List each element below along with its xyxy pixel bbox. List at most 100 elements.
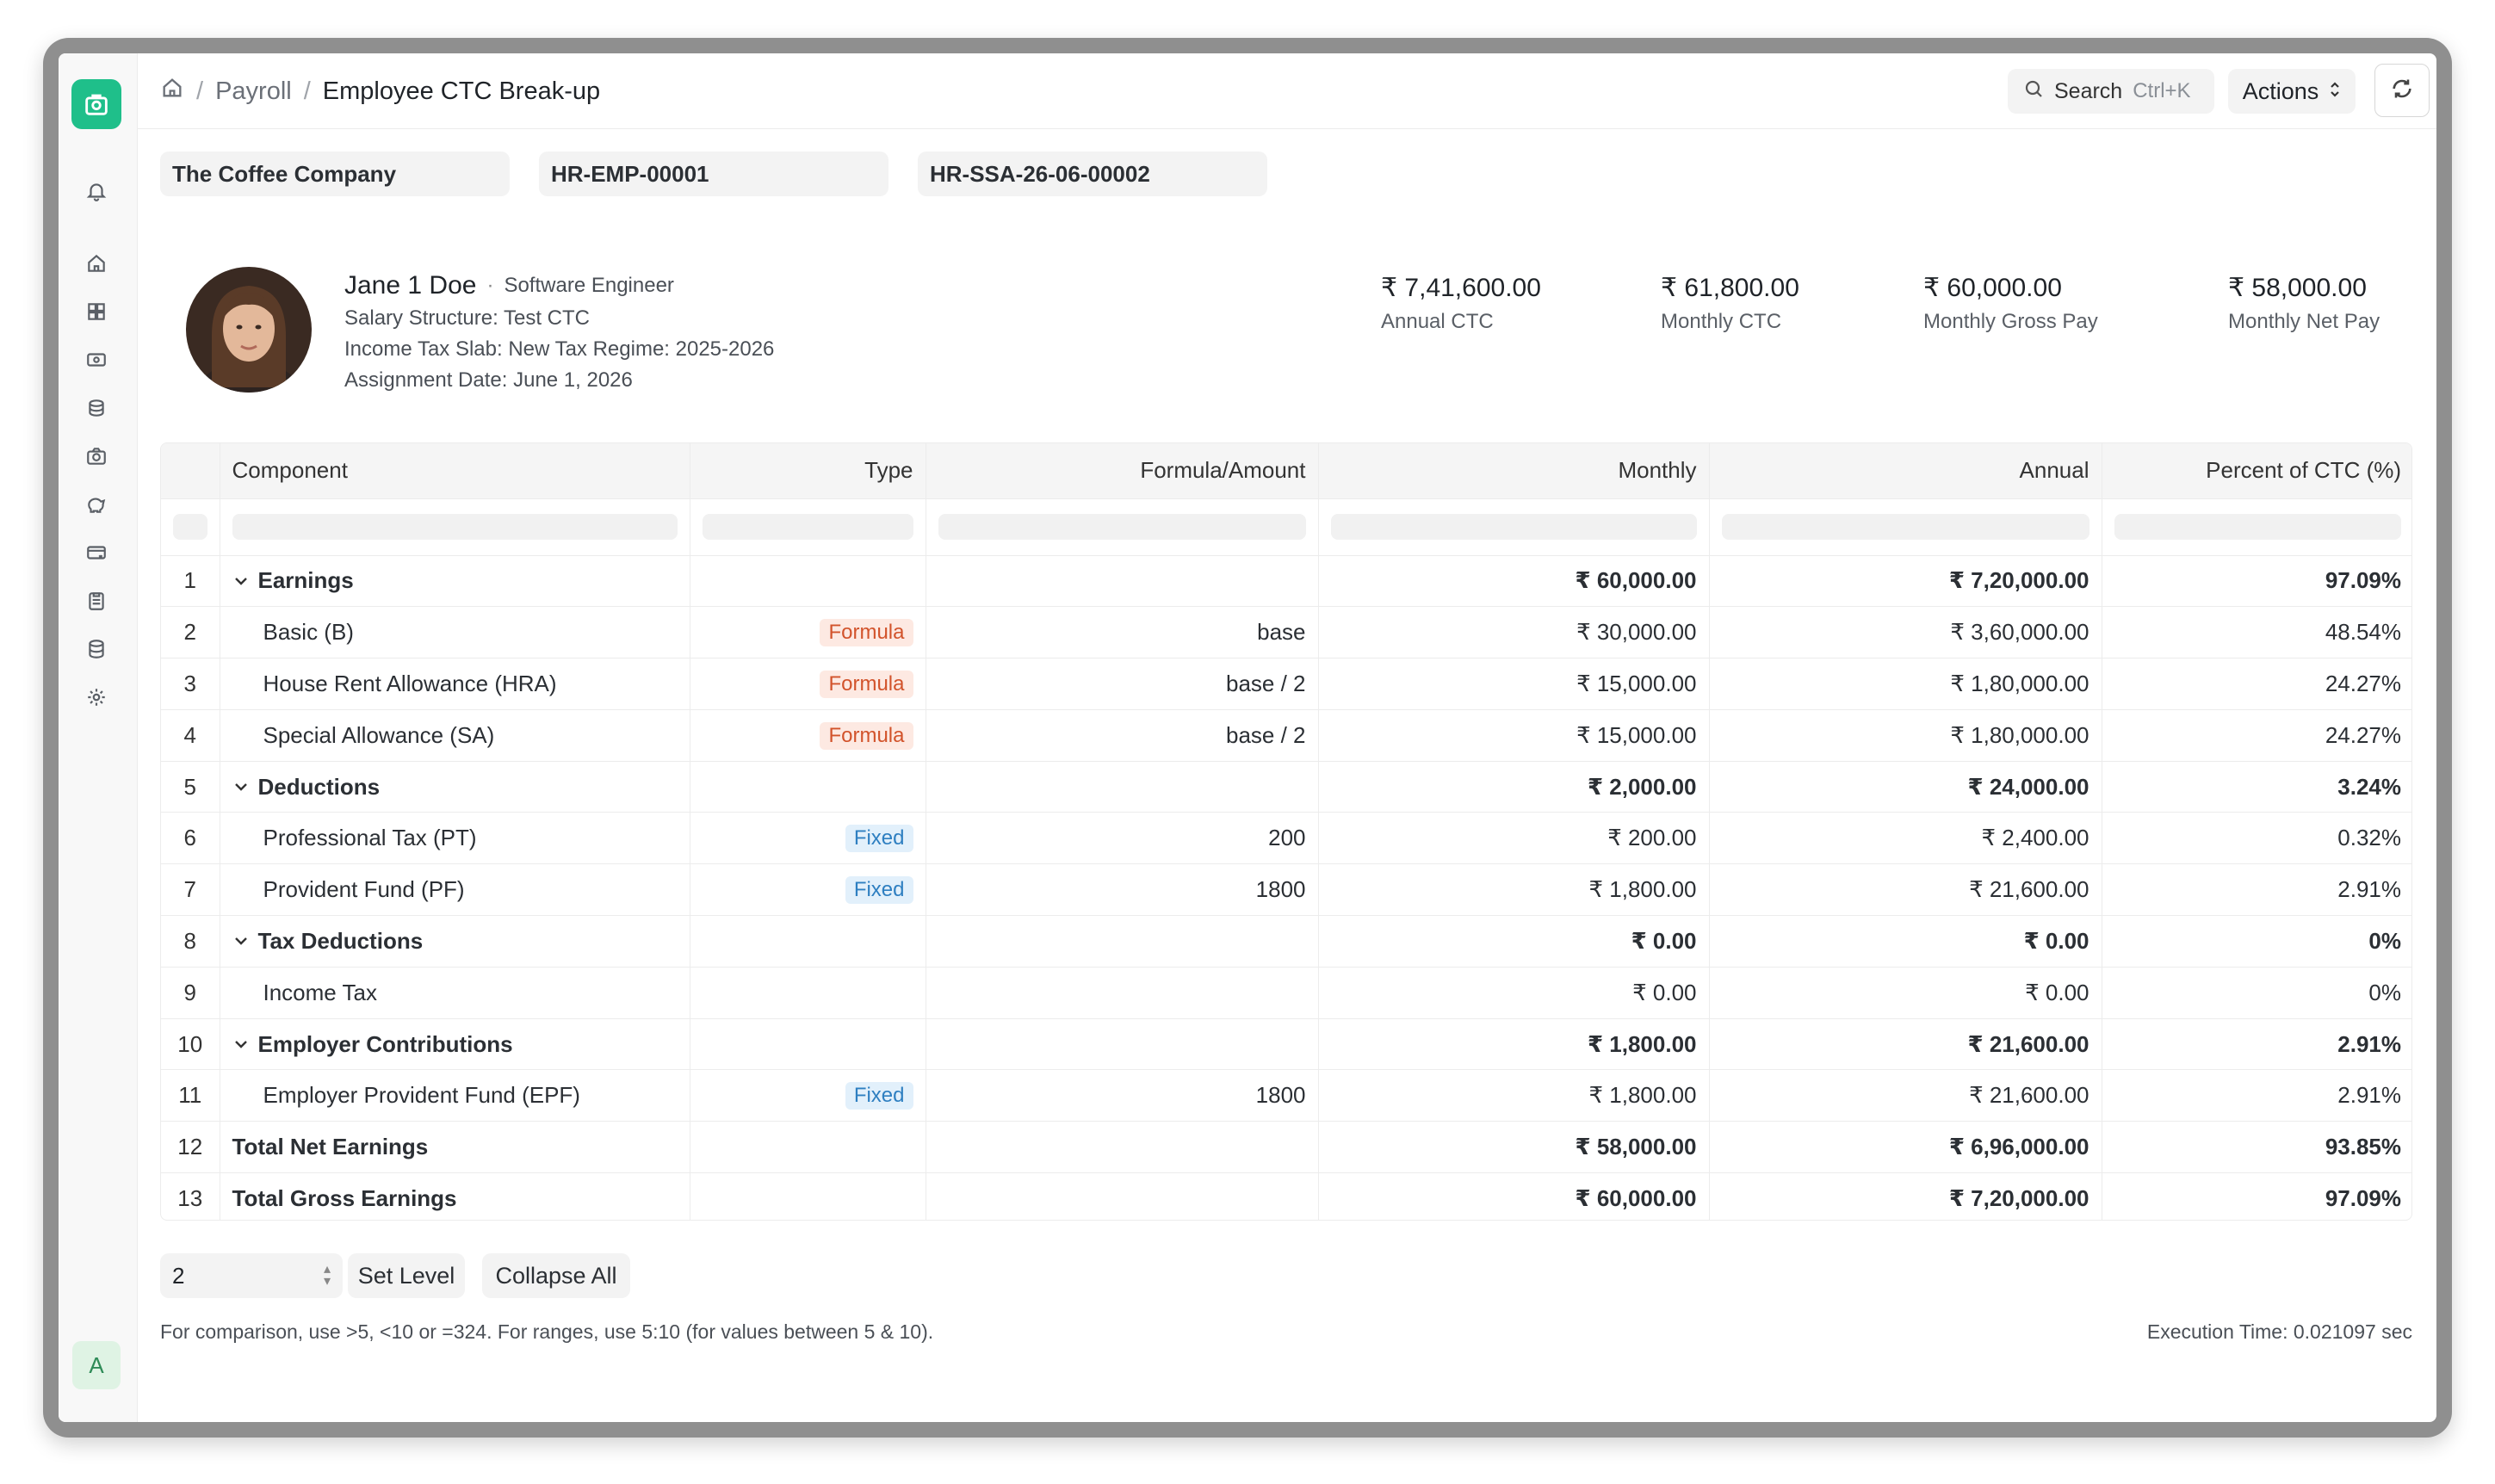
level-value: 2 xyxy=(172,1262,185,1289)
piggy-bank-icon[interactable] xyxy=(84,492,108,516)
actions-button[interactable]: Actions xyxy=(2228,69,2356,114)
filter-row xyxy=(161,498,2411,556)
monthly-cell: ₹ 60,000.00 xyxy=(1318,555,1710,608)
column-header-annual[interactable]: Annual xyxy=(1709,443,2102,499)
column-header-formula[interactable]: Formula/Amount xyxy=(926,443,1319,499)
level-input[interactable]: 2 ▴ ▾ xyxy=(160,1253,343,1298)
kpi-label: Annual CTC xyxy=(1381,310,1494,333)
stepper-chevrons-icon[interactable]: ▴ ▾ xyxy=(324,1263,331,1289)
settings-gear-icon[interactable] xyxy=(84,685,108,709)
kpi-monthly-gross-pay: ₹ 60,000.00 Monthly Gross Pay xyxy=(1923,270,2098,339)
percent-cell: 0% xyxy=(2102,967,2411,1019)
annual-cell: ₹ 7,20,000.00 xyxy=(1709,555,2102,608)
type-badge: Fixed xyxy=(845,1082,913,1110)
monthly-cell: ₹ 1,800.00 xyxy=(1318,1018,1710,1071)
table-row[interactable]: 2 Basic (B) Formula base ₹ 30,000.00 ₹ 3… xyxy=(161,606,2411,659)
table-row[interactable]: 4 Special Allowance (SA) Formula base / … xyxy=(161,709,2411,762)
chevron-down-icon xyxy=(234,937,247,946)
salary-assignment-filter[interactable]: HR-SSA-26-06-00002 xyxy=(918,151,1267,196)
filter-input-type[interactable] xyxy=(702,514,913,540)
sidebar: A xyxy=(59,53,138,1422)
percent-cell: 24.27% xyxy=(2102,709,2411,762)
breadcrumb-payroll[interactable]: Payroll xyxy=(215,77,292,106)
database-icon[interactable] xyxy=(84,637,108,661)
breadcrumb-separator: / xyxy=(196,77,204,105)
set-level-button[interactable]: Set Level xyxy=(348,1253,465,1298)
collapse-all-button[interactable]: Collapse All xyxy=(482,1253,630,1298)
type-badge: Fixed xyxy=(845,825,913,853)
payment-card-icon[interactable] xyxy=(84,541,108,565)
page-title: Employee CTC Break-up xyxy=(322,77,601,105)
monthly-cell: ₹ 200.00 xyxy=(1318,812,1710,865)
search-icon xyxy=(2023,78,2044,105)
table-row[interactable]: 3 House Rent Allowance (HRA) Formula bas… xyxy=(161,658,2411,710)
employee-name: Jane 1 Doe xyxy=(344,271,477,300)
row-index: 9 xyxy=(161,967,220,1019)
formula-cell xyxy=(926,967,1319,1019)
employee-filter[interactable]: HR-EMP-00001 xyxy=(539,151,888,196)
table-row[interactable]: 7 Provident Fund (PF) Fixed 1800 ₹ 1,800… xyxy=(161,863,2411,917)
camera-icon[interactable] xyxy=(84,444,108,468)
execution-time: Execution Time: 0.021097 sec xyxy=(2146,1320,2412,1343)
annual-cell: ₹ 21,600.00 xyxy=(1709,1069,2102,1122)
column-header-monthly[interactable]: Monthly xyxy=(1318,443,1710,499)
table-row[interactable]: 6 Professional Tax (PT) Fixed 200 ₹ 200.… xyxy=(161,812,2411,865)
monthly-cell: ₹ 2,000.00 xyxy=(1318,761,1710,813)
type-cell xyxy=(690,555,926,608)
table-row[interactable]: 11 Employer Provident Fund (EPF) Fixed 1… xyxy=(161,1069,2411,1122)
column-header-type[interactable]: Type xyxy=(690,443,926,499)
group-toggle[interactable]: Employer Contributions xyxy=(232,1031,678,1058)
employee-photo xyxy=(186,267,312,393)
filter-input-formula[interactable] xyxy=(938,514,1306,540)
group-toggle[interactable]: Tax Deductions xyxy=(232,928,678,955)
group-toggle[interactable]: Earnings xyxy=(232,567,678,594)
percent-cell: 97.09% xyxy=(2102,555,2411,608)
salary-coins-icon[interactable] xyxy=(84,396,108,420)
home-icon[interactable] xyxy=(84,251,108,275)
component-name: Provident Fund (PF) xyxy=(220,863,690,917)
app-logo-icon[interactable] xyxy=(71,79,121,129)
table-row[interactable]: 10 Employer Contributions ₹ 1,800.00 ₹ 2… xyxy=(161,1018,2411,1071)
clipboard-icon[interactable] xyxy=(84,589,108,613)
notification-bell-icon[interactable] xyxy=(84,179,108,203)
type-badge: Formula xyxy=(820,670,913,698)
kpi-value: ₹ 60,000.00 xyxy=(1923,273,2062,302)
formula-cell: 1800 xyxy=(926,863,1319,917)
table-row[interactable]: 8 Tax Deductions ₹ 0.00 ₹ 0.00 0% xyxy=(161,915,2411,968)
component-name: House Rent Allowance (HRA) xyxy=(220,658,690,710)
search-button[interactable]: Search Ctrl+K xyxy=(2008,69,2214,114)
type-badge: Formula xyxy=(820,721,913,750)
payroll-money-icon[interactable] xyxy=(84,348,108,372)
row-index: 10 xyxy=(161,1018,220,1071)
search-shortcut: Ctrl+K xyxy=(2133,79,2191,102)
home-icon[interactable] xyxy=(160,76,184,107)
monthly-cell: ₹ 15,000.00 xyxy=(1318,658,1710,710)
refresh-button[interactable] xyxy=(2374,64,2430,117)
row-index: 12 xyxy=(161,1121,220,1174)
filter-input-component[interactable] xyxy=(232,514,678,540)
income-tax-slab: Income Tax Slab: New Tax Regime: 2025-20… xyxy=(344,337,775,361)
filter-input-index[interactable] xyxy=(173,514,207,540)
table-row[interactable]: 12 Total Net Earnings ₹ 58,000.00 ₹ 6,96… xyxy=(161,1121,2411,1174)
company-filter[interactable]: The Coffee Company xyxy=(160,151,510,196)
table-row[interactable]: 13 Total Gross Earnings ₹ 60,000.00 ₹ 7,… xyxy=(161,1172,2411,1220)
component-name: Special Allowance (SA) xyxy=(220,709,690,762)
table-row[interactable]: 9 Income Tax ₹ 0.00 ₹ 0.00 0% xyxy=(161,967,2411,1019)
table-row[interactable]: 5 Deductions ₹ 2,000.00 ₹ 24,000.00 3.24… xyxy=(161,761,2411,813)
user-avatar[interactable]: A xyxy=(72,1341,121,1389)
kpi-value: ₹ 58,000.00 xyxy=(2228,273,2367,302)
column-header-percent[interactable]: Percent of CTC (%) xyxy=(2102,443,2411,499)
column-header-component[interactable]: Component xyxy=(220,443,690,499)
filter-input-annual[interactable] xyxy=(1721,514,2089,540)
formula-cell: 200 xyxy=(926,812,1319,865)
component-name: Basic (B) xyxy=(220,606,690,659)
type-cell xyxy=(690,967,926,1019)
percent-cell: 24.27% xyxy=(2102,658,2411,710)
dashboard-grid-icon[interactable] xyxy=(84,300,108,324)
row-index: 8 xyxy=(161,915,220,968)
filter-input-monthly[interactable] xyxy=(1330,514,1697,540)
filter-input-percent[interactable] xyxy=(2114,514,2401,540)
table-row[interactable]: 1 Earnings ₹ 60,000.00 ₹ 7,20,000.00 97.… xyxy=(161,555,2411,608)
row-index: 5 xyxy=(161,761,220,813)
group-toggle[interactable]: Deductions xyxy=(232,774,678,801)
